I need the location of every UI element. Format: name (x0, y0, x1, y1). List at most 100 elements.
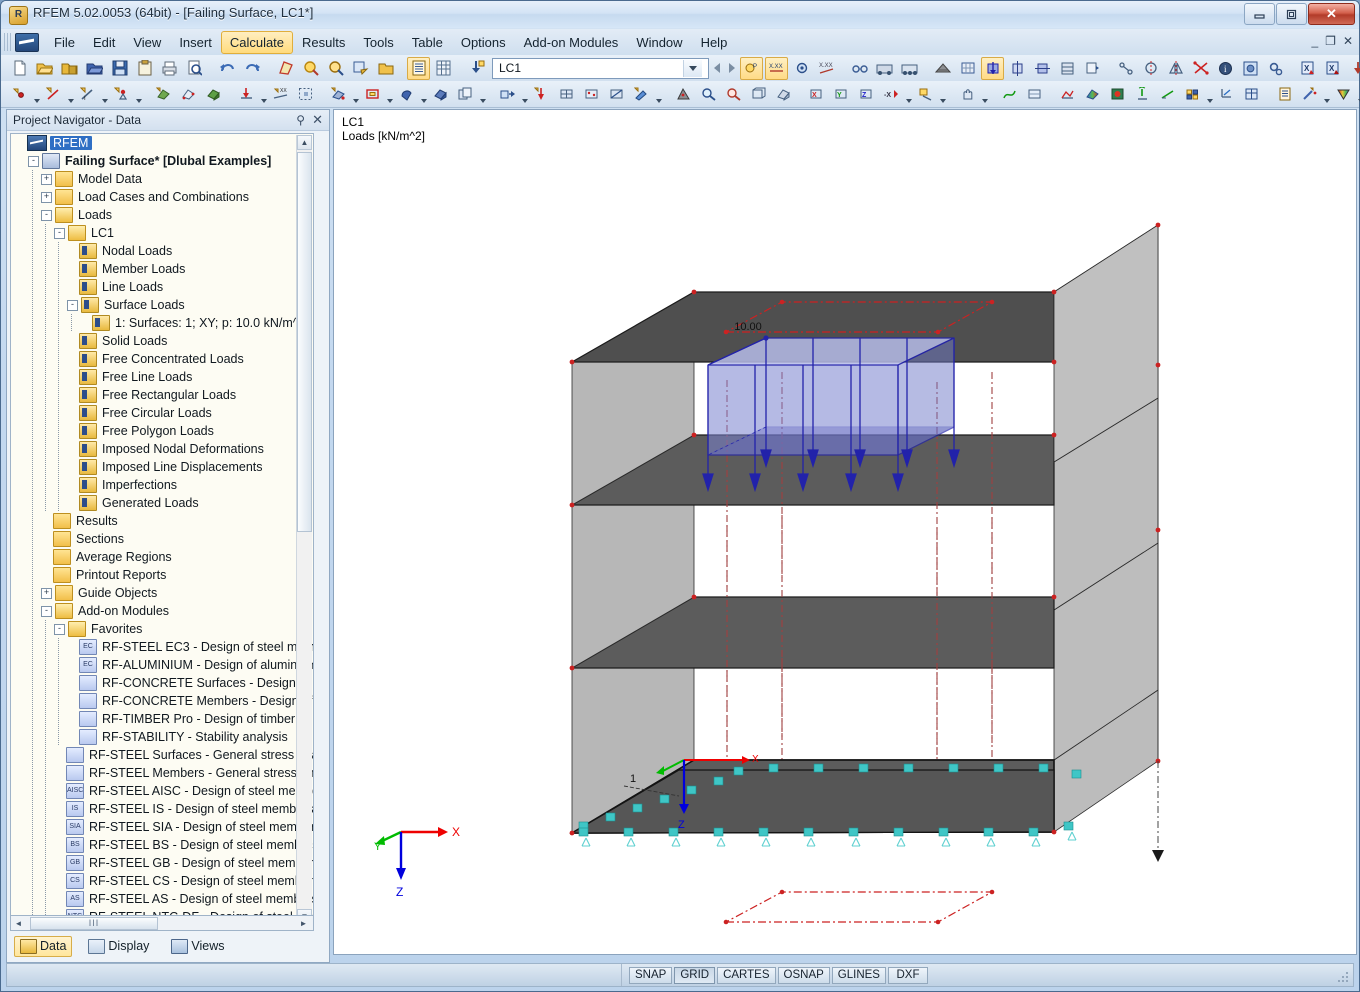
paint-object-icon[interactable] (630, 83, 653, 106)
info-icon[interactable]: i (1214, 57, 1237, 80)
tree-item-1-surfaces-1-xy-p-10-0-kn-m-2[interactable]: 1: Surfaces: 1; XY; p: 10.0 kN/m^2 (11, 314, 313, 332)
tree-item-rf-timber-pro-design-of-timber-m[interactable]: RF-TIMBER Pro - Design of timber m (11, 710, 313, 728)
tree-expander-minus-icon[interactable]: - (54, 228, 65, 239)
move-copy-dropdown[interactable] (520, 82, 529, 107)
measure-icon[interactable] (1114, 57, 1137, 80)
tree-item-rf-steel-sia-design-of-steel-members[interactable]: SIARF-STEEL SIA - Design of steel member… (11, 818, 313, 836)
result-grid-icon[interactable] (1240, 83, 1263, 106)
tree-scroll-thumb[interactable] (297, 152, 312, 532)
show-values-graph-icon[interactable]: X.XX (815, 57, 838, 80)
load-case-select-icon[interactable] (465, 57, 488, 80)
tree-item-load-cases-and-combinations[interactable]: +Load Cases and Combinations (11, 188, 313, 206)
show-results-values-icon[interactable] (790, 57, 813, 80)
magic-wand-icon[interactable] (1298, 83, 1321, 106)
new-line-icon[interactable] (42, 83, 65, 106)
free-circ-load-dropdown[interactable] (419, 82, 428, 107)
tree-expander-minus-icon[interactable]: - (41, 606, 52, 617)
tree-item-free-concentrated-loads[interactable]: Free Concentrated Loads (11, 350, 313, 368)
new-node-icon[interactable] (8, 83, 31, 106)
new-solid-icon[interactable] (202, 83, 225, 106)
hscroll-left-button[interactable]: ◄ (11, 916, 26, 930)
tree-expander-minus-icon[interactable]: - (41, 210, 52, 221)
close-button[interactable]: ✕ (1308, 3, 1355, 25)
mirror-icon[interactable] (1139, 57, 1162, 80)
menu-item-help[interactable]: Help (692, 31, 737, 54)
render-model-icon[interactable] (274, 57, 297, 80)
settings-dialog-icon[interactable] (1239, 57, 1262, 80)
tree-expander-plus-icon[interactable]: + (41, 192, 52, 203)
tree-item-rf-steel-aisc-design-of-steel-member[interactable]: AISCRF-STEEL AISC - Design of steel memb… (11, 782, 313, 800)
load-case-dropdown-arrow[interactable] (683, 60, 702, 77)
result-table-icon[interactable] (1023, 83, 1046, 106)
tree-item-lc1[interactable]: -LC1 (11, 224, 313, 242)
result-panels-icon[interactable] (1181, 83, 1204, 106)
maximize-button[interactable] (1276, 3, 1307, 25)
magic-wand-dropdown[interactable] (1322, 82, 1331, 107)
tree-item-printout-reports[interactable]: Printout Reports (11, 566, 313, 584)
move-copy-icon[interactable] (496, 83, 519, 106)
print-icon[interactable] (158, 57, 181, 80)
status-button-grid[interactable]: GRID (674, 967, 715, 984)
tree-item-line-loads[interactable]: Line Loads (11, 278, 313, 296)
free-rect-load-dropdown[interactable] (385, 82, 394, 107)
new-node-dropdown[interactable] (32, 82, 41, 107)
tree-item-guide-objects[interactable]: +Guide Objects (11, 584, 313, 602)
tree-expander-plus-icon[interactable]: + (41, 174, 52, 185)
load-view-1-icon[interactable] (1006, 57, 1029, 80)
new-file-icon[interactable] (8, 57, 31, 80)
zoom-in-icon[interactable] (299, 57, 322, 80)
menu-grip[interactable] (4, 33, 13, 51)
redo-icon[interactable] (241, 57, 264, 80)
free-rect-load-tool-icon[interactable] (361, 83, 384, 106)
tree-item-solid-loads[interactable]: Solid Loads (11, 332, 313, 350)
tree-item-add-on-modules[interactable]: -Add-on Modules (11, 602, 313, 620)
undo-icon[interactable] (216, 57, 239, 80)
tree-item-free-polygon-loads[interactable]: Free Polygon Loads (11, 422, 313, 440)
tree-item-rf-steel-surfaces-general-stress-analys[interactable]: RF-STEEL Surfaces - General stress analy… (11, 746, 313, 764)
free-circ-load-tool-icon[interactable] (395, 83, 418, 106)
navigator-close-icon[interactable]: ✕ (312, 112, 323, 128)
hscroll-thumb[interactable]: III (30, 917, 158, 930)
show-node-numbers-icon[interactable]: P (740, 57, 763, 80)
show-dimensions-icon[interactable]: X.XX (765, 57, 788, 80)
wireframe-icon[interactable] (747, 83, 770, 106)
tree-item-rf-steel-ec3-design-of-steel-members[interactable]: ECRF-STEEL EC3 - Design of steel members (11, 638, 313, 656)
menu-item-insert[interactable]: Insert (170, 31, 221, 54)
color-scale-dropdown[interactable] (1356, 82, 1360, 107)
menu-item-add-on-modules[interactable]: Add-on Modules (515, 31, 628, 54)
tree-item-rf-steel-gb-design-of-steel-members[interactable]: GBRF-STEEL GB - Design of steel members (11, 854, 313, 872)
export-view-icon[interactable] (1081, 57, 1104, 80)
nodal-load-tool-icon[interactable] (235, 83, 258, 106)
pan-hand-dropdown[interactable] (980, 82, 989, 107)
tree-item-failing-surface-dlubal-examples[interactable]: -Failing Surface* [Dlubal Examples] (11, 152, 313, 170)
tree-item-rf-concrete-members-design-of[interactable]: RF-CONCRETE Members - Design of (11, 692, 313, 710)
open-model-icon[interactable] (83, 57, 106, 80)
fe-mesh-icon[interactable] (956, 57, 979, 80)
tree-horizontal-scrollbar[interactable]: ◄ III ► (10, 915, 314, 931)
folder-view-icon[interactable] (374, 57, 397, 80)
new-support-icon[interactable] (110, 83, 133, 106)
menu-item-options[interactable]: Options (452, 31, 515, 54)
new-surface-icon[interactable] (152, 83, 175, 106)
tree-item-free-line-loads[interactable]: Free Line Loads (11, 368, 313, 386)
new-opening-icon[interactable] (177, 83, 200, 106)
navigator-tab-display[interactable]: Display (82, 936, 155, 957)
tree-item-nodal-loads[interactable]: Nodal Loads (11, 242, 313, 260)
solid-render-icon[interactable] (772, 83, 795, 106)
view-in-z-icon[interactable]: Z (855, 83, 878, 106)
hscroll-right-button[interactable]: ► (296, 916, 311, 930)
symmetry-icon[interactable] (1164, 57, 1187, 80)
status-button-dxf[interactable]: DXF (888, 967, 928, 984)
result-panels-dropdown[interactable] (1205, 82, 1214, 107)
clipboard-icon[interactable] (133, 57, 156, 80)
drop-node-icon[interactable] (530, 83, 553, 106)
display-properties-icon[interactable] (914, 83, 937, 106)
zoom-region-icon[interactable] (697, 83, 720, 106)
load-view-2-icon[interactable] (1031, 57, 1054, 80)
surface-load-tool-icon[interactable] (327, 83, 350, 106)
grid-table-icon[interactable] (432, 57, 455, 80)
menu-item-window[interactable]: Window (627, 31, 691, 54)
view-dropdown[interactable] (904, 82, 913, 107)
internal-forces-icon[interactable] (1056, 83, 1079, 106)
status-button-glines[interactable]: GLINES (832, 967, 886, 984)
